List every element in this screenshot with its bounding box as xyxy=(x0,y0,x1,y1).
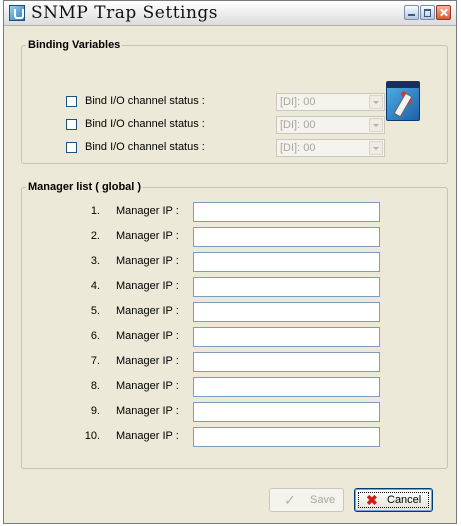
manager-ip-input[interactable] xyxy=(193,402,380,422)
manager-row: 10. Manager IP : xyxy=(4,427,461,447)
binding-variables-group: Binding Variables Bind I/O channel statu… xyxy=(21,39,448,164)
manager-row: 6. Manager IP : xyxy=(4,327,461,347)
manager-row: 7. Manager IP : xyxy=(4,352,461,372)
manager-list-legend: Manager list ( global ) xyxy=(28,181,142,193)
window-title: SNMP Trap Settings xyxy=(31,3,219,23)
manager-ip-label: Manager IP : xyxy=(116,330,179,342)
manager-ip-label: Manager IP : xyxy=(116,305,179,317)
minimize-button[interactable] xyxy=(404,5,419,20)
bind-status-checkbox[interactable] xyxy=(66,96,77,107)
manager-row: 8. Manager IP : xyxy=(4,377,461,397)
manager-ip-label: Manager IP : xyxy=(116,380,179,392)
bind-status-label: Bind I/O channel status : xyxy=(85,141,205,153)
manager-number: 6. xyxy=(90,330,100,342)
manager-ip-input[interactable] xyxy=(193,352,380,372)
manager-ip-label: Manager IP : xyxy=(116,355,179,367)
channel-select[interactable]: [DI]: 00 xyxy=(276,139,385,157)
manager-number: 3. xyxy=(90,255,100,267)
channel-select-value: [DI]: 00 xyxy=(280,119,316,131)
manager-ip-input[interactable] xyxy=(193,302,380,322)
snmp-trap-settings-window: SNMP Trap Settings Binding Variables Bin… xyxy=(3,0,457,524)
binding-variables-legend: Binding Variables xyxy=(28,39,121,51)
save-button-label: Save xyxy=(310,494,336,506)
app-icon xyxy=(9,5,25,21)
manager-row: 2. Manager IP : xyxy=(4,227,461,247)
manager-list-group: Manager list ( global ) xyxy=(21,181,448,469)
manager-ip-label: Manager IP : xyxy=(116,430,179,442)
manager-ip-label: Manager IP : xyxy=(116,205,179,217)
channel-select[interactable]: [DI]: 00 xyxy=(276,116,385,134)
manager-ip-input[interactable] xyxy=(193,227,380,247)
close-button[interactable] xyxy=(436,5,451,20)
channel-select[interactable]: [DI]: 00 xyxy=(276,93,385,111)
manager-ip-input[interactable] xyxy=(193,327,380,347)
manager-ip-label: Manager IP : xyxy=(116,255,179,267)
channel-select-value: [DI]: 00 xyxy=(280,96,316,108)
manager-ip-input[interactable] xyxy=(193,277,380,297)
manager-number: 2. xyxy=(90,230,100,242)
bind-status-checkbox[interactable] xyxy=(66,142,77,153)
manager-number: 1. xyxy=(90,205,100,217)
chevron-down-icon[interactable] xyxy=(369,95,383,109)
manager-number: 7. xyxy=(90,355,100,367)
x-icon: ✖ xyxy=(366,492,378,508)
manager-row: 3. Manager IP : xyxy=(4,252,461,272)
manager-ip-input[interactable] xyxy=(193,202,380,222)
manager-ip-label: Manager IP : xyxy=(116,405,179,417)
manager-ip-input[interactable] xyxy=(193,252,380,272)
manager-row: 9. Manager IP : xyxy=(4,402,461,422)
channel-select-value: [DI]: 00 xyxy=(280,142,316,154)
chevron-down-icon[interactable] xyxy=(369,141,383,155)
manager-ip-label: Manager IP : xyxy=(116,230,179,242)
manager-row: 4. Manager IP : xyxy=(4,277,461,297)
bind-status-checkbox[interactable] xyxy=(66,119,77,130)
title-bar[interactable]: SNMP Trap Settings xyxy=(4,1,456,26)
manager-number: 4. xyxy=(90,280,100,292)
manager-ip-label: Manager IP : xyxy=(116,280,179,292)
cancel-button-label: Cancel xyxy=(387,494,422,506)
save-button[interactable]: ✓ Save xyxy=(269,488,344,512)
manager-number: 10. xyxy=(84,430,100,442)
manager-number: 5. xyxy=(90,305,100,317)
manager-row: 1. Manager IP : xyxy=(4,202,461,222)
bind-status-label: Bind I/O channel status : xyxy=(85,95,205,107)
manager-number: 8. xyxy=(90,380,100,392)
manager-number: 9. xyxy=(90,405,100,417)
checkmark-icon: ✓ xyxy=(284,492,296,508)
chevron-down-icon[interactable] xyxy=(369,118,383,132)
manager-ip-input[interactable] xyxy=(193,427,380,447)
manager-row: 5. Manager IP : xyxy=(4,302,461,322)
cancel-button[interactable]: ✖ Cancel xyxy=(354,488,433,512)
tools-icon xyxy=(386,81,420,121)
maximize-button[interactable] xyxy=(420,5,435,20)
screwdriver-icon xyxy=(400,90,413,106)
manager-ip-input[interactable] xyxy=(193,377,380,397)
bind-status-label: Bind I/O channel status : xyxy=(85,118,205,130)
